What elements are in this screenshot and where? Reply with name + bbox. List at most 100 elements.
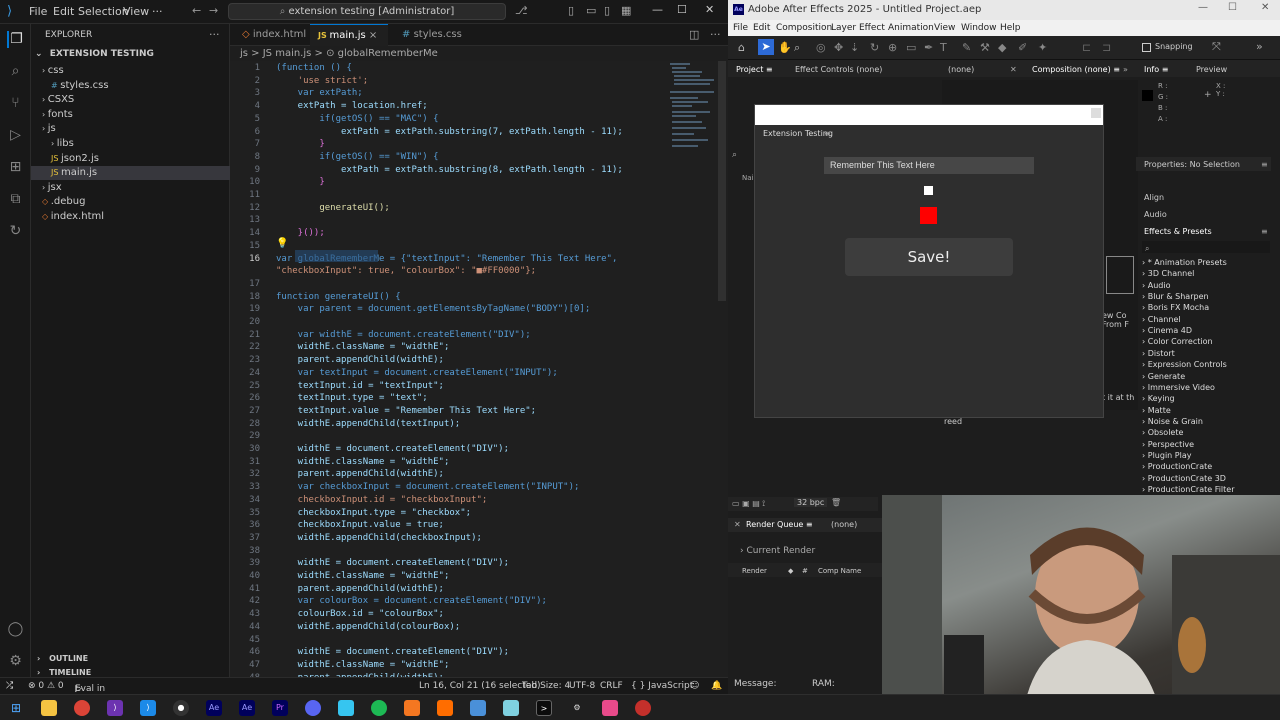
zoom-tool-icon[interactable]: ⌕ [794,41,800,55]
minimize-icon[interactable]: — [1198,2,1208,13]
code-editor[interactable]: 1 (function () {2 'use strict'; 3 var extP… [230,61,728,677]
hand-tool-icon[interactable]: ✋ [778,41,792,54]
effects-category[interactable]: › Blur & Sharpen [1142,292,1209,301]
project-root[interactable]: ⌄ EXTENSION TESTING [31,47,230,61]
puppet-tool-icon[interactable]: ✦ [1038,41,1047,54]
blender-icon[interactable] [404,700,420,716]
tree-file[interactable]: ◇ index.html [31,210,230,224]
timeline-icon[interactable]: ↻ [7,223,24,240]
tree-file[interactable]: JS main.js [31,166,230,181]
effects-category[interactable]: › Color Correction [1142,337,1213,346]
render-none-tab[interactable]: (none) [831,518,857,532]
project-search-icon[interactable]: ⌕ [732,150,754,164]
tab-styles-css[interactable]: # styles.css [394,24,474,46]
ae-menu-animation[interactable]: Animation [888,23,934,33]
effects-category[interactable]: › Boris FX Mocha [1142,303,1209,312]
eraser-tool-icon[interactable]: ◆ [998,41,1006,54]
effect-controls-tab[interactable]: Effect Controls (none) [795,63,882,77]
copilot-icon[interactable]: ⎇ [515,4,528,17]
effects-category[interactable]: › * Animation Presets [1142,258,1227,267]
encoding[interactable]: UTF-8 [569,681,595,691]
selection-tool-icon[interactable]: ➤ [758,39,774,55]
effects-category[interactable]: › Plugin Play [1142,451,1191,460]
close-tab-icon[interactable]: ✕ [1010,63,1017,77]
align-left-icon[interactable]: ⊏ [1082,41,1091,54]
composition-tab[interactable]: Composition (none) ≡ [1032,63,1120,77]
effects-category[interactable]: › Expression Controls [1142,360,1227,369]
extension-close-button[interactable] [1091,108,1101,118]
render-queue-tab[interactable]: Render Queue ≡ [746,518,813,532]
ae-menu-window[interactable]: Window [961,23,997,33]
more-actions-icon[interactable]: ··· [209,28,220,41]
effects-category[interactable]: › ProductionCrate Filter [1142,485,1235,494]
layout-sidebar-icon[interactable]: ▯ [568,4,574,17]
effects-presets-title[interactable]: Effects & Presets [1144,225,1212,239]
terminal-icon[interactable]: > [536,700,552,716]
effects-category[interactable]: › Cinema 4D [1142,326,1192,335]
remote-icon[interactable]: ⧉ [7,191,24,208]
effects-category[interactable]: › Matte [1142,406,1171,415]
home-icon[interactable]: ⌂ [738,41,745,54]
tree-file[interactable]: JS json2.js [31,152,230,166]
account-icon[interactable]: ◯ [7,621,24,638]
after-effects-2-icon[interactable]: Ae [239,700,255,716]
split-editor-icon[interactable]: ◫ [689,28,699,41]
pan-tool-icon[interactable]: ✥ [834,41,843,54]
tree-file[interactable]: # styles.css [31,79,230,93]
layout-secondary-icon[interactable]: ▯ [604,4,610,17]
menu-more[interactable]: ··· [152,5,163,18]
explorer-icon[interactable]: ❐ [7,31,24,48]
maximize-icon[interactable]: ☐ [677,3,687,16]
outline-section[interactable]: › OUTLINE [31,652,230,666]
tab-close-icon[interactable]: × [369,30,377,41]
more-actions-icon[interactable]: ··· [710,28,721,41]
menu-selection[interactable]: Selection [78,5,129,18]
notifications-icon[interactable]: 🔔 [711,681,722,691]
extension-colour-box[interactable] [920,207,937,224]
settings-icon[interactable]: ⚙ [569,700,585,716]
windows-start-icon[interactable]: ⊞ [8,700,24,716]
problems-count[interactable]: ⊗ 0 ⚠ 0 [28,681,64,691]
menu-view[interactable]: View [123,5,149,18]
workspace-more-icon[interactable]: » [1256,40,1263,53]
effects-category[interactable]: › Perspective [1142,440,1194,449]
layout-custom-icon[interactable]: ▦ [621,4,631,17]
align-panel[interactable]: Align [1144,191,1164,205]
comp-name-column[interactable]: Comp Name [818,564,861,578]
close-icon[interactable]: ✕ [705,3,714,16]
hash-column[interactable]: # [802,564,808,578]
vscode-icon[interactable]: ⟩ [140,700,156,716]
command-center-search[interactable]: ⌕ extension testing [Administrator] [228,3,506,20]
file-explorer-icon[interactable] [41,700,57,716]
panel-menu-icon[interactable]: ≡ [824,129,831,138]
copilot-status-icon[interactable]: ☺ [690,681,699,691]
preview-tab[interactable]: Preview [1196,63,1227,77]
gear-icon[interactable]: ⚙ [7,653,24,670]
effects-category[interactable]: › ProductionCrate 3D [1142,474,1226,483]
scrollbar[interactable] [718,61,726,301]
orbit-tool-icon[interactable]: ◎ [816,41,826,54]
bit-depth[interactable]: 32 bpc [794,498,828,507]
spotify-icon[interactable] [371,700,387,716]
ae-menu-file[interactable]: File [733,23,748,33]
anchor-tool-icon[interactable]: ⊕ [888,41,897,54]
extension-text-input[interactable] [824,157,1034,174]
audio-panel[interactable]: Audio [1144,208,1167,222]
tree-folder[interactable]: › js [31,122,230,136]
panel-menu-icon[interactable]: ≡ [1162,65,1169,74]
search-icon[interactable]: ⌕ [7,63,24,80]
tree-folder[interactable]: › css [31,64,230,78]
forward-icon[interactable]: → [209,4,218,17]
info-tab[interactable]: Info ≡ [1144,63,1168,77]
lightbulb-icon[interactable]: 💡 [276,238,288,249]
panel-menu-icon[interactable]: ≡ [806,520,813,529]
layout-panel-icon[interactable]: ▭ [586,4,596,17]
extensions-icon[interactable]: ⊞ [7,159,24,176]
tree-folder[interactable]: › libs [31,137,230,151]
tree-file[interactable]: ◇ .debug [31,195,230,209]
extension-checkbox[interactable] [924,186,933,195]
tab-index-html[interactable]: ◇ index.html [234,24,312,46]
after-effects-icon[interactable]: Ae [206,700,222,716]
remote-indicator-icon[interactable]: ⤮ [6,681,13,691]
tree-folder[interactable]: › fonts [31,108,230,122]
